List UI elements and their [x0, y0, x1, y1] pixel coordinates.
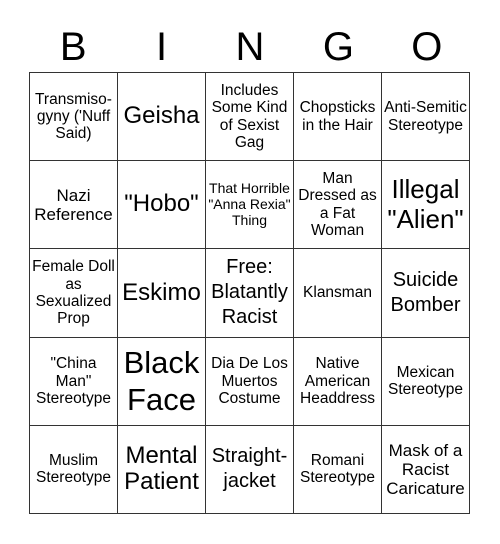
bingo-cell[interactable]: Mental Patient — [118, 425, 206, 514]
bingo-cell[interactable]: Native American Headdress — [294, 337, 382, 426]
bingo-cell[interactable]: Includes Some Kind of Sexist Gag — [206, 73, 294, 162]
cell-text: Black Face — [123, 345, 200, 418]
cell-text: Eskimo — [122, 278, 201, 306]
bingo-cell[interactable]: Geisha — [118, 73, 206, 162]
bingo-cell[interactable]: That Horrible "Anna Rexia" Thing — [206, 161, 294, 250]
cell-text: Native American Headdress — [300, 355, 375, 407]
bingo-cell[interactable]: Dia De Los Muertos Costume — [206, 337, 294, 426]
header-letter-n: N — [235, 25, 265, 69]
cell-text: Mexican Stereotype — [388, 363, 463, 399]
bingo-cell[interactable]: Man Dressed as a Fat Woman — [294, 161, 382, 250]
bingo-cell[interactable]: Black Face — [118, 337, 206, 426]
cell-text: Geisha — [123, 102, 200, 130]
cell-text: Includes Some Kind of Sexist Gag — [211, 81, 288, 151]
bingo-cell[interactable]: Anti-Semitic Stereotype — [382, 73, 470, 162]
bingo-grid: Transmiso-gyny ('Nuff Said) Geisha Inclu… — [29, 72, 470, 514]
bingo-cell[interactable]: Romani Stereotype — [294, 425, 382, 514]
bingo-cell[interactable]: Eskimo — [118, 249, 206, 338]
bingo-cell[interactable]: "Hobo" — [118, 161, 206, 250]
bingo-cell[interactable]: Mexican Stereotype — [382, 337, 470, 426]
bingo-cell[interactable]: Illegal "Alien" — [382, 161, 470, 250]
header-letter-i: I — [156, 25, 168, 69]
cell-text: Dia De Los Muertos Costume — [211, 355, 288, 407]
cell-text: Female Doll as Sexualized Prop — [32, 258, 115, 328]
cell-text: Straight-jacket — [211, 445, 288, 493]
bingo-cell[interactable]: Chopsticks in the Hair — [294, 73, 382, 162]
cell-text: Nazi Reference — [34, 185, 113, 224]
bingo-cell[interactable]: Suicide Bomber — [382, 249, 470, 338]
header-letter-b: B — [59, 25, 87, 69]
cell-text: Free: Blatantly Racist — [211, 256, 288, 329]
bingo-header: B I N G O — [29, 22, 471, 72]
bingo-cell[interactable]: Mask of a Racist Caricature — [382, 425, 470, 514]
header-letter-o: O — [411, 25, 443, 69]
header-letter-g: G — [322, 25, 354, 69]
cell-text: Mental Patient — [124, 441, 199, 496]
bingo-cell[interactable]: Straight-jacket — [206, 425, 294, 514]
cell-text: Anti-Semitic Stereotype — [384, 99, 467, 134]
cell-text: Klansman — [303, 284, 372, 302]
cell-text: Suicide Bomber — [390, 268, 461, 316]
bingo-cell[interactable]: Klansman — [294, 249, 382, 338]
cell-text: Illegal "Alien" — [387, 173, 464, 234]
cell-text: "China Man" Stereotype — [36, 355, 111, 407]
cell-text: Transmiso-gyny ('Nuff Said) — [35, 90, 112, 143]
bingo-cell[interactable]: Nazi Reference — [30, 161, 118, 250]
cell-text: Mask of a Racist Caricature — [386, 440, 465, 498]
bingo-cell[interactable]: Muslim Stereotype — [30, 425, 118, 514]
bingo-cell[interactable]: "China Man" Stereotype — [30, 337, 118, 426]
cell-text: Muslim Stereotype — [36, 452, 111, 487]
cell-text: Romani Stereotype — [300, 452, 375, 487]
bingo-cell[interactable]: Female Doll as Sexualized Prop — [30, 249, 118, 338]
bingo-cell[interactable]: Transmiso-gyny ('Nuff Said) — [30, 73, 118, 162]
cell-text: That Horrible "Anna Rexia" Thing — [208, 180, 291, 228]
cell-text: Man Dressed as a Fat Woman — [298, 170, 377, 240]
cell-text: "Hobo" — [124, 190, 199, 218]
cell-text: Chopsticks in the Hair — [299, 99, 376, 134]
bingo-cell[interactable]: Free: Blatantly Racist — [206, 249, 294, 338]
